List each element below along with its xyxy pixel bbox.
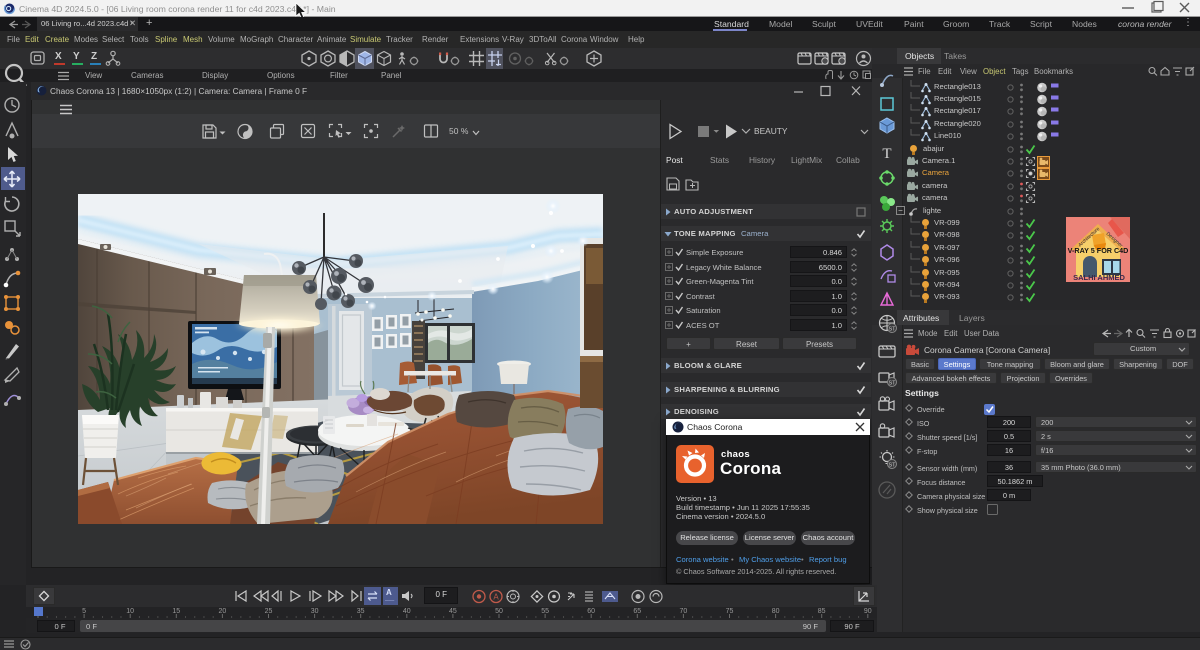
svg-text:ST: ST — [888, 463, 896, 469]
svg-text:ST: ST — [888, 381, 896, 387]
svg-text:T: T — [882, 146, 891, 162]
svg-text:A: A — [493, 593, 499, 602]
svg-text:SALHI AHMED: SALHI AHMED — [1073, 273, 1125, 282]
svg-text:ST: ST — [888, 327, 896, 333]
